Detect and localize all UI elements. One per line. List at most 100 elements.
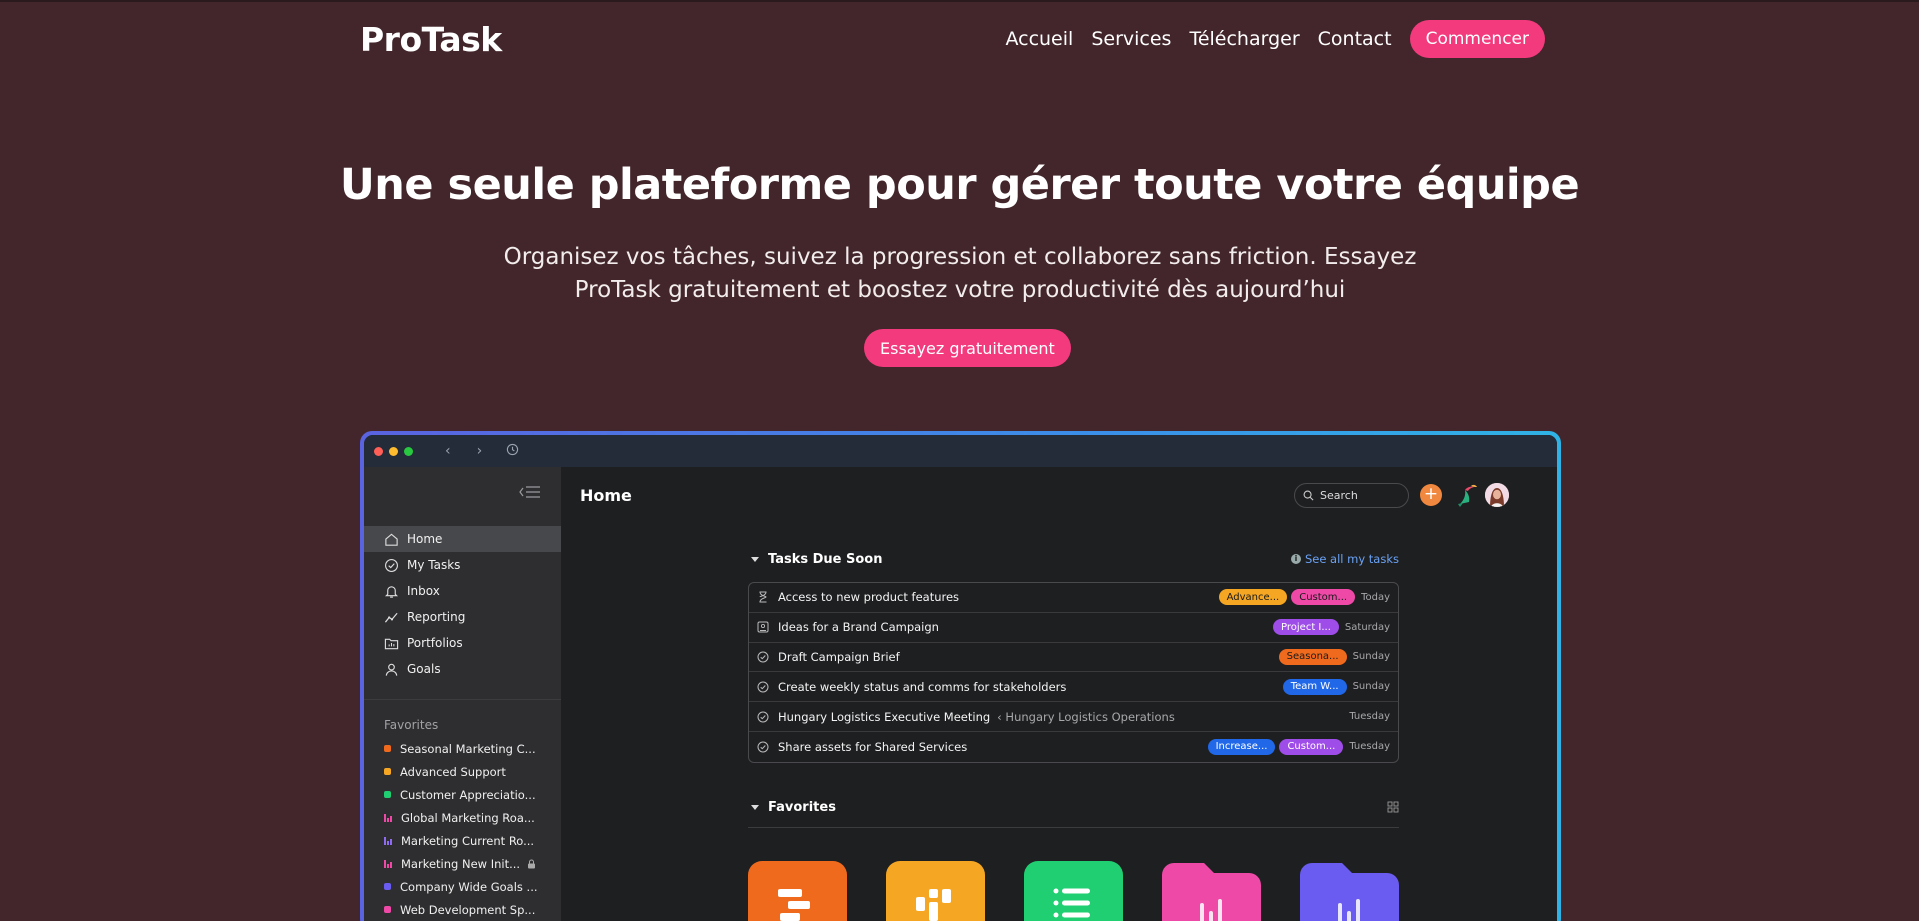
favorite-tile[interactable] xyxy=(886,861,985,921)
task-row[interactable]: Draft Campaign Brief Seasona... Sunday xyxy=(749,643,1398,673)
nav-link-contact[interactable]: Contact xyxy=(1318,28,1392,50)
sidebar-item-reporting[interactable]: Reporting xyxy=(364,604,561,630)
favorite-tile[interactable] xyxy=(748,861,847,921)
favorite-item[interactable]: Marketing New Init... xyxy=(364,852,561,875)
sidebar-collapse-icon[interactable] xyxy=(519,485,541,499)
due-date: Sunday xyxy=(1352,651,1390,663)
project-tag[interactable]: Custom... xyxy=(1279,738,1344,755)
project-tag[interactable]: Project I... xyxy=(1273,619,1339,636)
task-name: Draft Campaign Brief xyxy=(778,649,900,664)
collapse-caret-icon[interactable] xyxy=(751,556,759,562)
favorite-item[interactable]: Global Marketing Roa... xyxy=(364,806,561,829)
project-tag[interactable]: Increase... xyxy=(1207,738,1276,755)
collapse-caret-icon[interactable] xyxy=(751,804,759,810)
see-all-tasks-link[interactable]: i See all my tasks xyxy=(1290,552,1399,566)
favorite-item[interactable]: Web Development Sp... xyxy=(364,898,561,921)
sidebar-item-home[interactable]: Home xyxy=(364,526,561,552)
sidebar-item-inbox[interactable]: Inbox xyxy=(364,578,561,604)
task-meta: Advance... Custom... Today xyxy=(1218,589,1390,606)
due-date: Saturday xyxy=(1344,621,1390,633)
due-date: Sunday xyxy=(1352,681,1390,693)
close-dot-icon[interactable] xyxy=(374,446,383,456)
favorite-tile[interactable] xyxy=(1162,861,1261,921)
task-name: Ideas for a Brand Campaign xyxy=(778,620,939,635)
check-circle-icon[interactable] xyxy=(757,651,769,663)
favorite-item[interactable]: Advanced Support xyxy=(364,760,561,783)
sidebar-item-my-tasks[interactable]: My Tasks xyxy=(364,552,561,578)
project-tag[interactable]: Custom... xyxy=(1291,589,1356,606)
project-color-icon xyxy=(384,791,391,798)
favorite-tile[interactable] xyxy=(1024,861,1123,921)
task-row[interactable]: Share assets for Shared Services Increas… xyxy=(749,732,1398,762)
check-circle-icon[interactable] xyxy=(757,681,769,693)
section-title: Tasks Due Soon xyxy=(768,551,883,567)
forward-arrow-icon[interactable]: › xyxy=(477,443,483,459)
task-row[interactable]: Access to new product features Advance..… xyxy=(749,583,1398,613)
task-meta: Team W... Sunday xyxy=(1282,678,1390,695)
favorite-tile[interactable] xyxy=(1300,861,1399,921)
favorite-label: Seasonal Marketing C... xyxy=(400,741,536,756)
minimize-dot-icon[interactable] xyxy=(389,446,398,456)
person-icon xyxy=(385,663,398,676)
search-input[interactable]: Search xyxy=(1294,483,1409,508)
favorite-item[interactable]: Seasonal Marketing C... xyxy=(364,737,561,760)
favorite-label: Company Wide Goals ... xyxy=(400,879,538,894)
favorites-heading: Favorites xyxy=(384,718,439,732)
project-tag[interactable]: Team W... xyxy=(1282,678,1347,695)
sidebar-item-label: My Tasks xyxy=(407,558,461,572)
task-name: Create weekly status and comms for stake… xyxy=(778,679,1067,694)
favorite-label: Marketing New Init... xyxy=(401,856,521,871)
task-row[interactable]: Hungary Logistics Executive Meeting ‹ Hu… xyxy=(749,702,1398,732)
hero-title: Une seule plateforme pour gérer toute vo… xyxy=(339,160,1580,210)
task-row[interactable]: Create weekly status and comms for stake… xyxy=(749,672,1398,703)
maximize-dot-icon[interactable] xyxy=(404,446,413,456)
logo[interactable]: ProTask xyxy=(360,20,502,59)
nav-links: Accueil Services Télécharger Contact Com… xyxy=(1005,20,1545,58)
project-tag[interactable]: Seasona... xyxy=(1278,648,1347,665)
user-photo-icon xyxy=(1485,483,1509,507)
sidebar-item-goals[interactable]: Goals xyxy=(364,656,561,682)
portfolio-bars-icon xyxy=(384,813,392,822)
try-free-button[interactable]: Essayez gratuitement xyxy=(864,329,1071,367)
favorite-item[interactable]: Marketing Current Ro... xyxy=(364,829,561,852)
board-icon xyxy=(916,889,951,921)
project-tag[interactable]: Advance... xyxy=(1218,589,1288,606)
sidebar-item-label: Inbox xyxy=(407,584,440,598)
tasks-due-soon-header: Tasks Due Soon i See all my tasks xyxy=(748,549,1399,569)
task-name: Hungary Logistics Executive Meeting xyxy=(778,709,991,724)
grid-view-icon[interactable] xyxy=(1387,801,1399,813)
favorites-divider xyxy=(748,827,1399,828)
nav-link-accueil[interactable]: Accueil xyxy=(1005,28,1073,50)
favorite-label: Marketing Current Ro... xyxy=(401,833,535,848)
favorite-label: Web Development Sp... xyxy=(400,902,536,917)
add-button[interactable]: + xyxy=(1420,484,1442,506)
mermaid-avatar-icon[interactable] xyxy=(1454,482,1480,508)
chart-line-icon xyxy=(384,612,398,623)
check-circle-icon[interactable] xyxy=(757,741,769,753)
check-circle-icon[interactable] xyxy=(757,711,769,723)
due-date: Tuesday xyxy=(1349,711,1390,723)
back-arrow-icon[interactable]: ‹ xyxy=(445,443,451,459)
bell-icon xyxy=(384,585,399,598)
section-title: Favorites xyxy=(768,799,836,815)
hourglass-icon xyxy=(759,591,767,603)
favorite-item[interactable]: Company Wide Goals ... xyxy=(364,875,561,898)
nav-link-telecharger[interactable]: Télécharger xyxy=(1189,28,1299,50)
commencer-button[interactable]: Commencer xyxy=(1409,20,1545,58)
app-window: ‹ › Home My Tasks Inbox Reporting Portfo… xyxy=(364,435,1557,921)
folder-icon xyxy=(384,638,399,649)
search-placeholder: Search xyxy=(1320,489,1358,502)
approval-icon xyxy=(757,621,769,633)
chart-folder-icon xyxy=(1300,863,1399,921)
favorite-label: Customer Appreciatio... xyxy=(400,787,536,802)
sidebar-item-portfolios[interactable]: Portfolios xyxy=(364,630,561,656)
favorite-label: Advanced Support xyxy=(400,764,506,779)
nav-link-services[interactable]: Services xyxy=(1091,28,1171,50)
user-avatar[interactable] xyxy=(1485,483,1509,507)
task-meta: Seasona... Sunday xyxy=(1278,648,1390,665)
task-row[interactable]: Ideas for a Brand Campaign Project I... … xyxy=(749,613,1398,643)
task-parent[interactable]: ‹ Hungary Logistics Operations xyxy=(997,710,1175,724)
history-clock-icon[interactable] xyxy=(506,443,519,460)
favorite-item[interactable]: Customer Appreciatio... xyxy=(364,783,561,806)
favorites-section-header: Favorites xyxy=(748,797,1399,817)
